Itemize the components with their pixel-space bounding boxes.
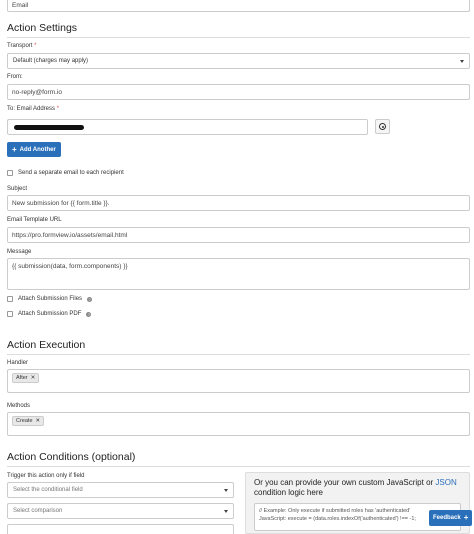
template-url-label: Email Template URL bbox=[7, 217, 62, 223]
remove-row-button[interactable] bbox=[375, 119, 390, 134]
close-icon[interactable]: ✕ bbox=[31, 375, 36, 381]
conditional-field-select[interactable]: Select the conditional field bbox=[7, 482, 234, 498]
close-icon[interactable]: ✕ bbox=[36, 418, 41, 424]
help-icon[interactable]: ? bbox=[87, 296, 93, 302]
action-name-field[interactable]: Email bbox=[7, 0, 470, 12]
checkbox[interactable] bbox=[7, 170, 13, 176]
trigger-label: Trigger this action only if field bbox=[7, 473, 85, 479]
from-label: From: bbox=[7, 74, 23, 80]
handler-multiselect[interactable]: After ✕ bbox=[7, 369, 470, 393]
to-email-label: To: Email Address * bbox=[7, 106, 60, 112]
action-execution-header: Action Execution bbox=[7, 339, 470, 355]
template-url-input[interactable]: https://pro.formview.io/assets/email.htm… bbox=[7, 227, 470, 243]
help-icon[interactable]: ? bbox=[86, 311, 92, 317]
message-label: Message bbox=[7, 249, 32, 255]
divider bbox=[7, 37, 470, 38]
divider bbox=[7, 354, 470, 355]
comparison-select[interactable]: Select comparison bbox=[7, 503, 234, 519]
handler-tag: After ✕ bbox=[12, 373, 40, 383]
transport-label: Transport * bbox=[7, 43, 37, 49]
from-input[interactable]: no-reply@form.io bbox=[7, 84, 470, 100]
add-another-button[interactable]: + Add Another bbox=[7, 142, 61, 157]
handler-label: Handler bbox=[7, 360, 29, 366]
section-title-action-conditions: Action Conditions (optional) bbox=[7, 451, 136, 463]
checkbox[interactable] bbox=[7, 311, 13, 317]
value-input[interactable] bbox=[7, 524, 234, 534]
section-title-action-settings: Action Settings bbox=[7, 22, 78, 34]
plus-icon: + bbox=[463, 513, 469, 522]
section-title-action-execution: Action Execution bbox=[7, 339, 86, 351]
custom-logic-title: Or you can provide your own custom JavaS… bbox=[254, 478, 457, 497]
chevron-down-icon bbox=[460, 59, 464, 63]
chevron-down-icon bbox=[224, 509, 228, 513]
to-email-input[interactable] bbox=[7, 119, 368, 135]
methods-tag: Create ✕ bbox=[12, 416, 45, 426]
separate-email-checkbox[interactable]: Send a separate email to each recipient bbox=[7, 170, 124, 176]
attach-files-checkbox[interactable]: Attach Submission Files ? bbox=[7, 296, 93, 302]
methods-label: Methods bbox=[7, 403, 31, 409]
action-settings-header: Action Settings bbox=[7, 22, 470, 38]
action-conditions-header: Action Conditions (optional) bbox=[7, 451, 470, 467]
attach-pdf-checkbox[interactable]: Attach Submission PDF ? bbox=[7, 311, 92, 317]
methods-multiselect[interactable]: Create ✕ bbox=[7, 412, 470, 436]
divider bbox=[7, 466, 470, 467]
plus-icon: + bbox=[12, 144, 17, 154]
message-textarea[interactable]: {{ submission(data, form.components) }} bbox=[7, 258, 470, 290]
subject-label: Subject bbox=[7, 186, 28, 192]
checkbox[interactable] bbox=[7, 296, 13, 302]
redacted-value bbox=[14, 124, 84, 130]
chevron-down-icon bbox=[224, 488, 228, 492]
remove-circle-icon bbox=[379, 123, 386, 130]
subject-input[interactable]: New submission for {{ form.title }}. bbox=[7, 195, 470, 211]
json-link[interactable]: JSON bbox=[435, 478, 456, 487]
feedback-button[interactable]: Feedback + bbox=[429, 510, 473, 526]
transport-select[interactable]: Default (charges may apply) bbox=[7, 53, 470, 69]
